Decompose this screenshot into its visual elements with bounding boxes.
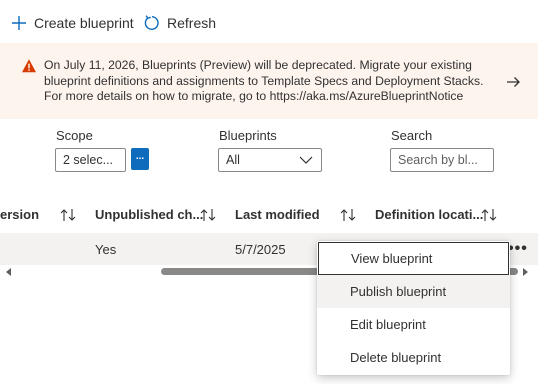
menu-item-publish-blueprint[interactable]: Publish blueprint	[317, 275, 510, 308]
more-actions-button[interactable]: •••	[508, 240, 528, 258]
blueprints-dropdown[interactable]: All	[218, 148, 322, 172]
menu-item-view-blueprint[interactable]: View blueprint	[318, 242, 509, 275]
cell-last-modified: 5/7/2025	[235, 242, 286, 257]
create-blueprint-button[interactable]: Create blueprint	[10, 12, 134, 34]
blueprints-label: Blueprints	[219, 128, 277, 143]
menu-item-delete-blueprint[interactable]: Delete blueprint	[317, 341, 510, 374]
refresh-icon	[144, 15, 159, 30]
banner-message: On July 11, 2026, Blueprints (Preview) w…	[44, 58, 484, 103]
scroll-left-arrow-icon[interactable]	[6, 268, 11, 276]
column-header-version[interactable]: ersion	[0, 207, 39, 222]
sort-icon[interactable]	[480, 207, 498, 223]
menu-item-edit-blueprint[interactable]: Edit blueprint	[317, 308, 510, 341]
deprecation-banner: On July 11, 2026, Blueprints (Preview) w…	[0, 43, 538, 119]
create-blueprint-label: Create blueprint	[34, 15, 134, 31]
column-header-definition-location[interactable]: Definition locati...	[375, 207, 483, 222]
scroll-right-arrow-icon[interactable]	[523, 268, 528, 276]
scope-picker-button[interactable]: ...	[131, 148, 149, 170]
command-bar: Create blueprint Refresh	[0, 0, 538, 44]
context-menu: View blueprint Publish blueprint Edit bl…	[317, 241, 510, 375]
arrow-right-icon[interactable]	[504, 73, 522, 91]
sort-icon[interactable]	[59, 207, 77, 223]
column-header-last-modified[interactable]: Last modified	[235, 207, 320, 222]
chevron-down-icon	[299, 156, 313, 164]
column-header-unpublished-changes[interactable]: Unpublished ch...	[95, 207, 203, 222]
warning-icon	[22, 59, 36, 73]
scope-label: Scope	[56, 128, 93, 143]
sort-icon[interactable]	[199, 207, 217, 223]
search-input[interactable]	[390, 148, 494, 172]
refresh-label: Refresh	[167, 15, 217, 31]
plus-icon	[12, 16, 26, 30]
sort-icon[interactable]	[339, 207, 357, 223]
blueprints-dropdown-value: All	[226, 153, 240, 167]
cell-unpublished-changes: Yes	[95, 242, 117, 257]
scope-field[interactable]: 2 selec...	[55, 148, 126, 172]
search-label: Search	[391, 128, 433, 143]
refresh-button[interactable]: Refresh	[143, 12, 216, 34]
